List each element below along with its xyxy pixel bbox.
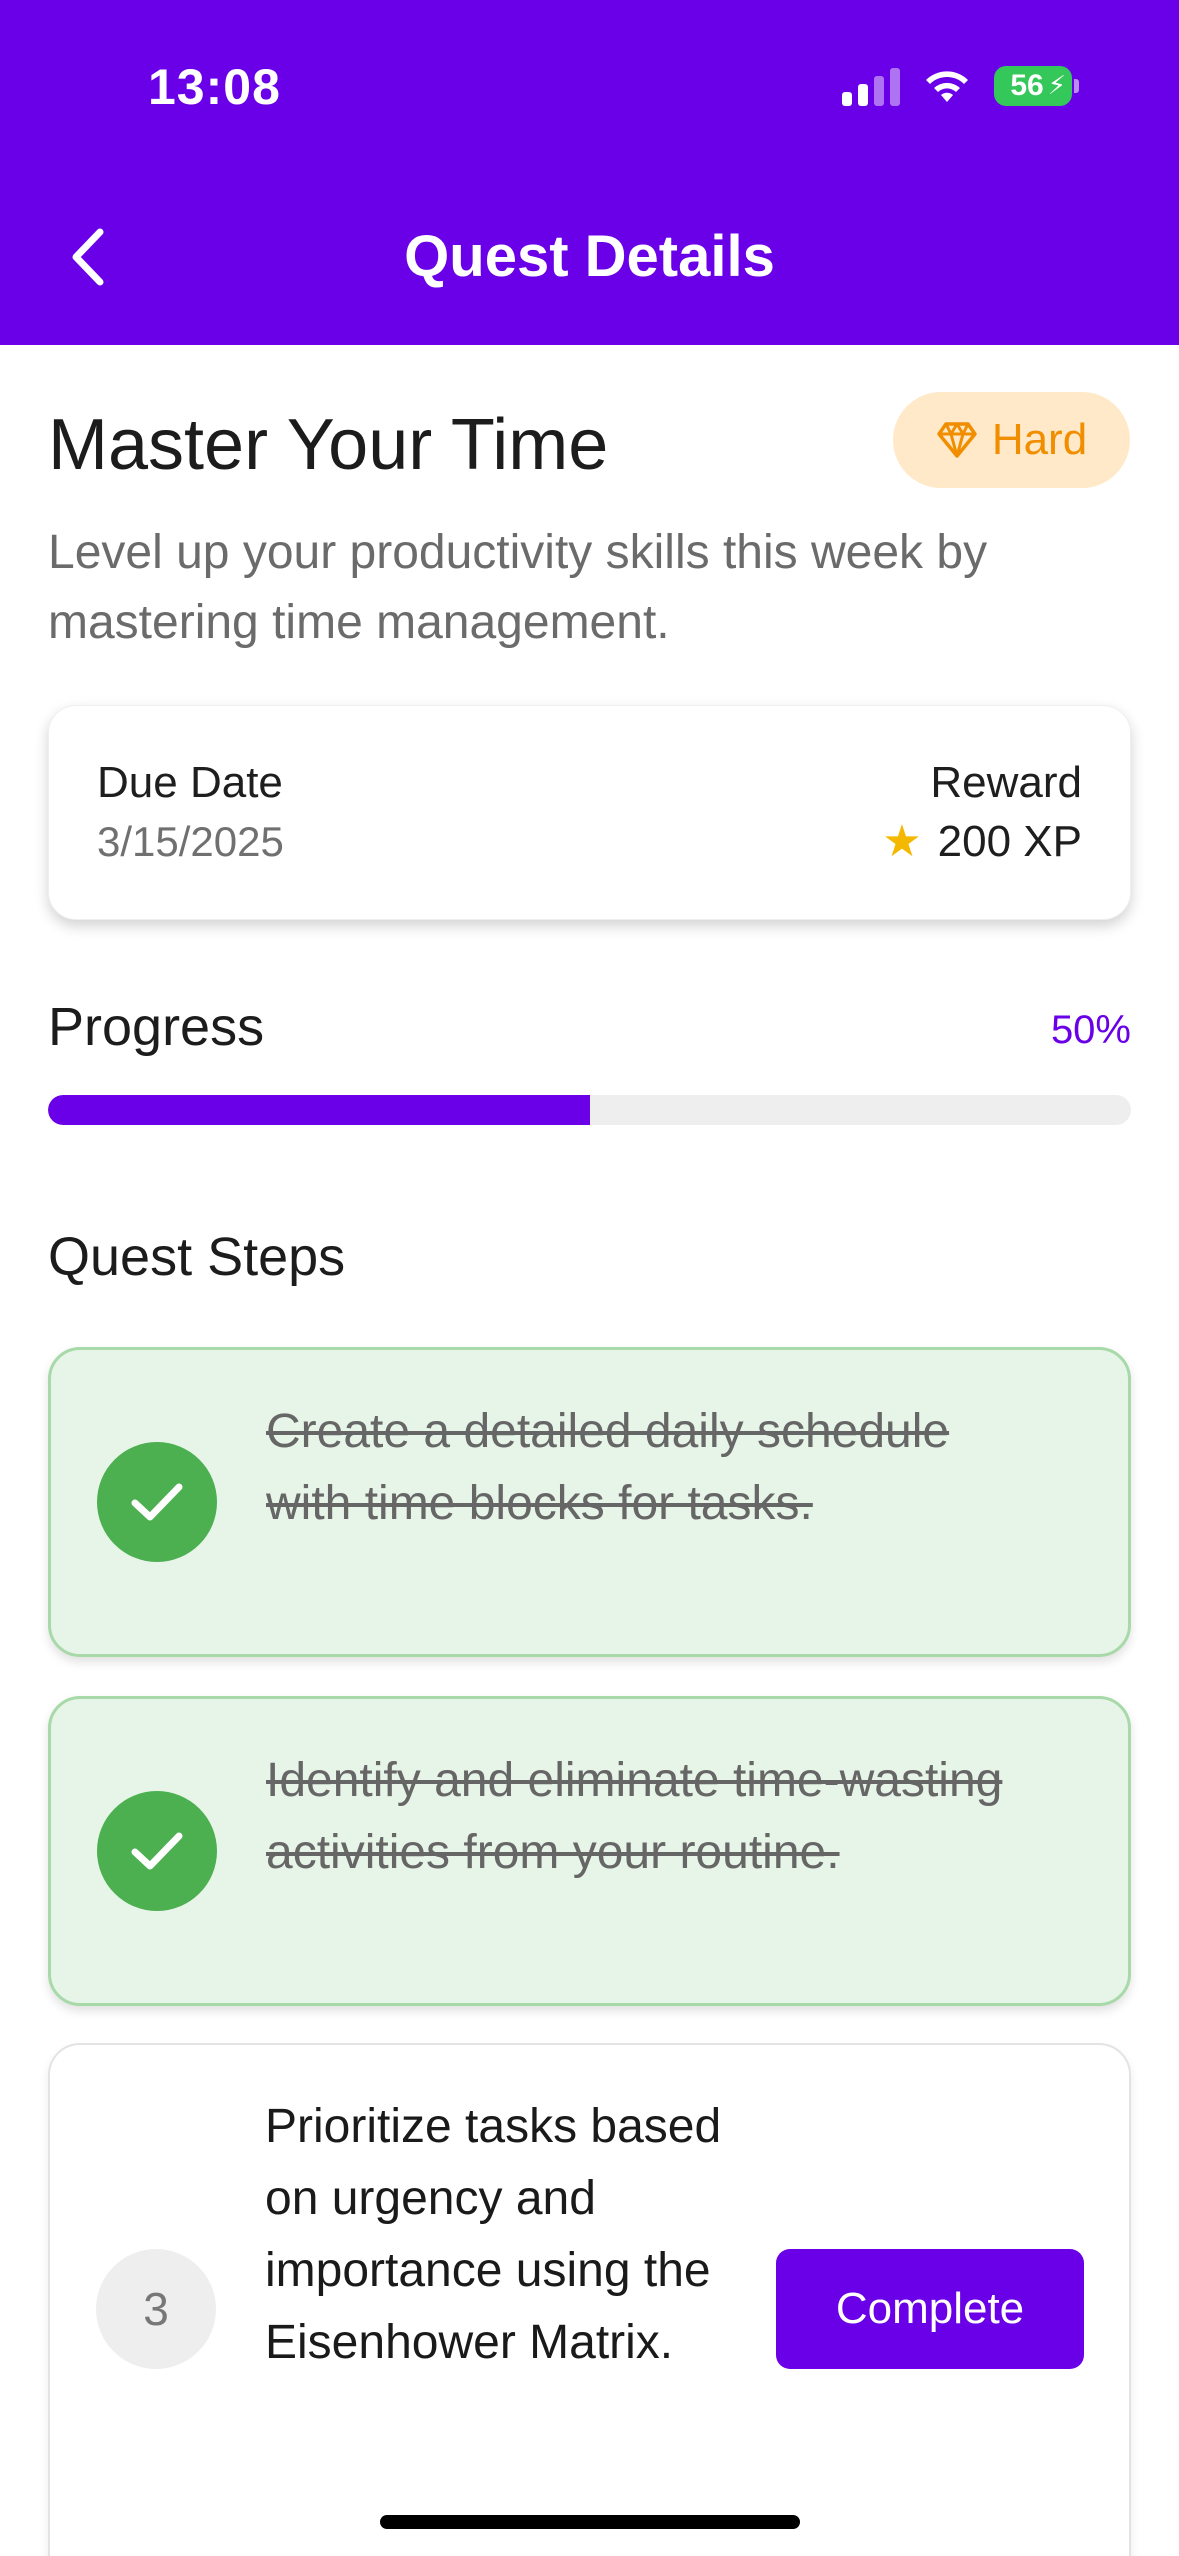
progress-percent: 50% [1050,1008,1131,1052]
quest-info-card: Due Date 3/15/2025 Reward ★ 200 XP [48,705,1131,920]
battery-icon: 56 ⚡ [994,66,1072,106]
quest-title: Master Your Time [48,405,609,485]
status-time: 13:08 [148,59,281,115]
steps-heading: Quest Steps [48,1227,346,1287]
app-header: 13:08 56 ⚡ Quest Details [0,0,1179,345]
quest-step-1: Create a detailed daily schedule with ti… [48,1347,1131,1657]
difficulty-label: Hard [991,415,1088,464]
cellular-signal-icon [842,66,900,106]
completed-check-icon [97,1442,217,1562]
charging-bolt-icon: ⚡ [1047,70,1066,100]
battery-level: 56 [1010,69,1044,102]
step-text: Prioritize tasks based on urgency and im… [265,2100,722,2369]
progress-bar-fill [48,1095,590,1125]
diamond-icon [937,422,977,458]
step-number: 3 [96,2249,216,2369]
home-indicator [380,2515,800,2529]
reward-value-row: ★ 200 XP [882,816,1082,867]
quest-description: Level up your productivity skills this w… [48,526,988,649]
page-title: Quest Details [404,224,775,289]
step-text: Create a detailed daily schedule with ti… [266,1405,950,1530]
wifi-icon [926,71,968,102]
difficulty-badge: Hard [893,392,1130,488]
quest-step-2: Identify and eliminate time-wasting acti… [48,1696,1131,2006]
star-icon: ★ [882,817,922,866]
reward-value: 200 XP [937,816,1082,866]
progress-bar [48,1095,1131,1125]
progress-label: Progress [48,997,265,1057]
status-icons: 56 ⚡ [842,64,1079,108]
quest-details-screen: 13:08 56 ⚡ Quest Details Master Your Tim… [0,0,1179,2556]
quest-step-3: 3 Prioritize tasks based on urgency and … [48,2043,1131,2556]
due-date-label: Due Date [97,758,283,807]
reward-label: Reward [930,758,1082,807]
step-text: Identify and eliminate time-wasting acti… [266,1754,1003,1879]
complete-step-button[interactable]: Complete [776,2249,1084,2369]
completed-check-icon [97,1791,217,1911]
due-date-value: 3/15/2025 [97,818,284,865]
